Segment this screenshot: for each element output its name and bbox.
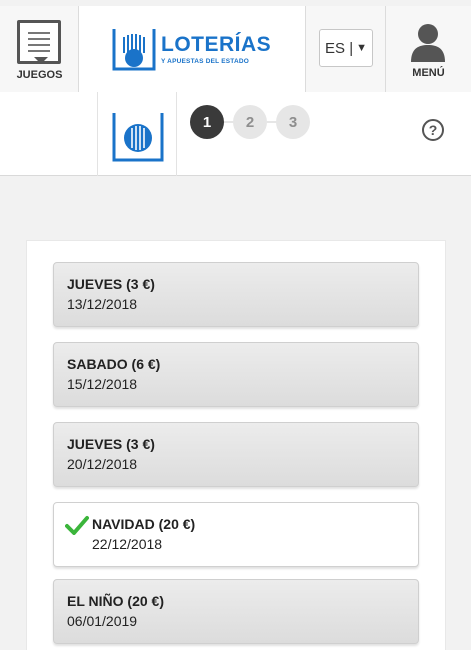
top-header: JUEGOS LOTERÍAS Y APUESTAS DEL ESTADO ES… <box>0 6 471 92</box>
draw-item[interactable]: EL NIÑO (20 €) 06/01/2019 <box>53 579 419 644</box>
draw-name: NAVIDAD (20 €) <box>92 516 196 532</box>
draw-date: 20/12/2018 <box>67 456 138 472</box>
draw-date: 06/01/2019 <box>67 613 138 629</box>
games-list-icon <box>17 20 61 64</box>
draw-list-panel: JUEVES (3 €) 13/12/2018 SABADO (6 €) 15/… <box>26 240 446 650</box>
language-cell: ES | ▼ <box>305 6 386 92</box>
draw-date: 22/12/2018 <box>92 536 163 552</box>
draw-name: JUEVES (3 €) <box>67 276 155 292</box>
draw-name: JUEVES (3 €) <box>67 436 155 452</box>
game-logo-cell <box>97 92 177 176</box>
menu-button[interactable]: MENÚ <box>386 6 471 92</box>
progress-bar: 1 2 3 <box>0 92 471 176</box>
language-value: ES | <box>325 39 354 57</box>
loteria-nacional-icon <box>112 113 164 162</box>
juegos-label: JUEGOS <box>16 69 63 81</box>
user-icon <box>411 24 445 62</box>
draw-date: 13/12/2018 <box>67 296 138 312</box>
juegos-button[interactable]: JUEGOS <box>0 6 79 92</box>
step-3: 3 <box>276 105 310 139</box>
draw-date: 15/12/2018 <box>67 376 138 392</box>
caret-down-icon: ▼ <box>356 42 367 54</box>
step-2: 2 <box>233 105 267 139</box>
draw-item[interactable]: SABADO (6 €) 15/12/2018 <box>53 342 419 407</box>
draw-name: EL NIÑO (20 €) <box>67 593 164 609</box>
loterias-logo-icon <box>112 29 156 71</box>
check-icon <box>65 516 89 535</box>
home-logo-link[interactable]: LOTERÍAS Y APUESTAS DEL ESTADO <box>79 6 305 92</box>
step-1: 1 <box>190 105 224 139</box>
menu-label: MENÚ <box>412 67 445 79</box>
language-select[interactable]: ES | ▼ <box>319 29 373 67</box>
draw-item-selected[interactable]: NAVIDAD (20 €) 22/12/2018 <box>53 502 419 567</box>
logo-subtitle: Y APUESTAS DEL ESTADO <box>161 58 249 65</box>
question-circle-icon[interactable]: ? <box>422 119 444 141</box>
draw-item[interactable]: JUEVES (3 €) 13/12/2018 <box>53 262 419 327</box>
draw-name: SABADO (6 €) <box>67 356 161 372</box>
draw-item[interactable]: JUEVES (3 €) 20/12/2018 <box>53 422 419 487</box>
logo-title: LOTERÍAS <box>161 33 272 56</box>
